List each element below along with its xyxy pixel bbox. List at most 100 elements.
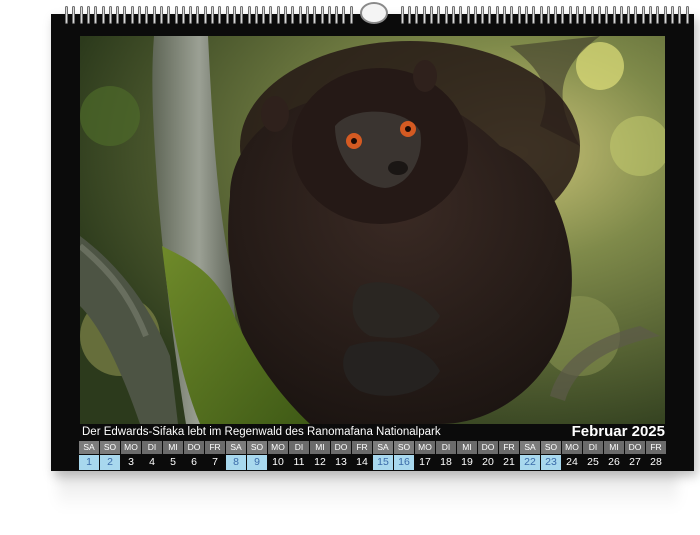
day-number: 27 bbox=[625, 455, 645, 470]
day-cell: DO 13 bbox=[331, 441, 351, 470]
day-number: 5 bbox=[163, 455, 183, 470]
binding-ring bbox=[167, 6, 171, 24]
day-number: 14 bbox=[352, 455, 372, 470]
day-cell: FR 21 bbox=[499, 441, 519, 470]
day-number: 22 bbox=[520, 455, 540, 470]
binding-ring bbox=[138, 6, 141, 24]
weekday-label: SA bbox=[520, 441, 540, 454]
day-number: 3 bbox=[121, 455, 141, 470]
binding-ring bbox=[532, 6, 536, 24]
binding-ring bbox=[181, 6, 185, 24]
day-number: 28 bbox=[646, 455, 666, 470]
calendar-shadow bbox=[58, 470, 678, 510]
day-number: 21 bbox=[499, 455, 519, 470]
weekday-label: SA bbox=[79, 441, 99, 454]
day-cell: DI 25 bbox=[583, 441, 603, 470]
binding-ring bbox=[123, 6, 127, 24]
binding-ring bbox=[218, 6, 222, 24]
day-cell: FR 14 bbox=[352, 441, 372, 470]
day-cell: DI 11 bbox=[289, 441, 309, 470]
weekday-label: MO bbox=[562, 441, 582, 454]
hanger-hook-icon bbox=[360, 2, 388, 24]
binding-ring bbox=[634, 6, 638, 24]
day-cell: SO 2 bbox=[100, 441, 120, 470]
day-cell: SA 15 bbox=[373, 441, 393, 470]
day-cell: DI 18 bbox=[436, 441, 456, 470]
weekday-label: MO bbox=[268, 441, 288, 454]
day-cell: DI 4 bbox=[142, 441, 162, 470]
binding-ring bbox=[568, 6, 572, 24]
binding-ring bbox=[641, 6, 645, 24]
day-number: 12 bbox=[310, 455, 330, 470]
weekday-label: DI bbox=[436, 441, 456, 454]
binding-ring bbox=[546, 6, 550, 24]
photo-caption: Der Edwards-Sifaka lebt im Regenwald des… bbox=[82, 426, 441, 438]
binding-ring bbox=[335, 6, 339, 24]
day-number: 9 bbox=[247, 455, 267, 470]
binding-ring bbox=[627, 6, 631, 24]
day-cell: DO 27 bbox=[625, 441, 645, 470]
weekday-label: SA bbox=[226, 441, 246, 454]
day-cell: SA 8 bbox=[226, 441, 246, 470]
binding-ring bbox=[663, 6, 667, 24]
weekday-label: SO bbox=[541, 441, 561, 454]
day-number: 7 bbox=[205, 455, 225, 470]
binding-ring bbox=[320, 6, 324, 24]
binding-ring bbox=[561, 6, 565, 24]
binding-ring bbox=[342, 6, 346, 24]
weekday-label: DO bbox=[478, 441, 498, 454]
binding-ring bbox=[576, 6, 579, 24]
binding-ring bbox=[415, 6, 419, 24]
day-number: 24 bbox=[562, 455, 582, 470]
weekday-label: MI bbox=[310, 441, 330, 454]
binding-ring bbox=[298, 6, 302, 24]
binding-ring bbox=[510, 6, 514, 24]
day-cell: MI 5 bbox=[163, 441, 183, 470]
binding-ring bbox=[459, 6, 463, 24]
binding-ring bbox=[349, 6, 353, 24]
binding-ring bbox=[247, 6, 251, 24]
caption-row: Der Edwards-Sifaka lebt im Regenwald des… bbox=[80, 423, 665, 441]
day-number: 23 bbox=[541, 455, 561, 470]
binding-ring bbox=[488, 6, 492, 24]
binding-ring bbox=[649, 6, 652, 24]
binding-ring bbox=[130, 6, 134, 24]
binding-ring bbox=[524, 6, 528, 24]
weekday-label: DO bbox=[331, 441, 351, 454]
binding-ring bbox=[174, 6, 178, 24]
day-number: 6 bbox=[184, 455, 204, 470]
binding-ring bbox=[517, 6, 521, 24]
day-cell: MO 10 bbox=[268, 441, 288, 470]
day-number: 4 bbox=[142, 455, 162, 470]
day-cell: SA 22 bbox=[520, 441, 540, 470]
binding-ring bbox=[269, 6, 273, 24]
weekday-label: FR bbox=[205, 441, 225, 454]
binding-ring bbox=[305, 6, 309, 24]
day-cell: DO 20 bbox=[478, 441, 498, 470]
binding-ring bbox=[94, 6, 98, 24]
binding-ring bbox=[203, 6, 207, 24]
day-number: 11 bbox=[289, 455, 309, 470]
binding-ring bbox=[72, 6, 76, 24]
binding-ring bbox=[408, 6, 412, 24]
binding-ring bbox=[79, 6, 83, 24]
weekday-label: DI bbox=[289, 441, 309, 454]
binding-ring bbox=[159, 6, 163, 24]
day-cell: SO 16 bbox=[394, 441, 414, 470]
binding-ring bbox=[232, 6, 236, 24]
binding-ring bbox=[466, 6, 470, 24]
weekday-label: MO bbox=[121, 441, 141, 454]
day-cell: DO 6 bbox=[184, 441, 204, 470]
binding-ring bbox=[670, 6, 674, 24]
day-cell: SO 9 bbox=[247, 441, 267, 470]
binding-ring bbox=[65, 6, 68, 24]
weekday-label: DO bbox=[625, 441, 645, 454]
binding-ring bbox=[422, 6, 426, 24]
day-cell: FR 7 bbox=[205, 441, 225, 470]
day-cell: MI 19 bbox=[457, 441, 477, 470]
day-number: 8 bbox=[226, 455, 246, 470]
binding-ring bbox=[503, 6, 506, 24]
binding-ring bbox=[108, 6, 112, 24]
binding-ring bbox=[685, 6, 689, 24]
day-number: 10 bbox=[268, 455, 288, 470]
